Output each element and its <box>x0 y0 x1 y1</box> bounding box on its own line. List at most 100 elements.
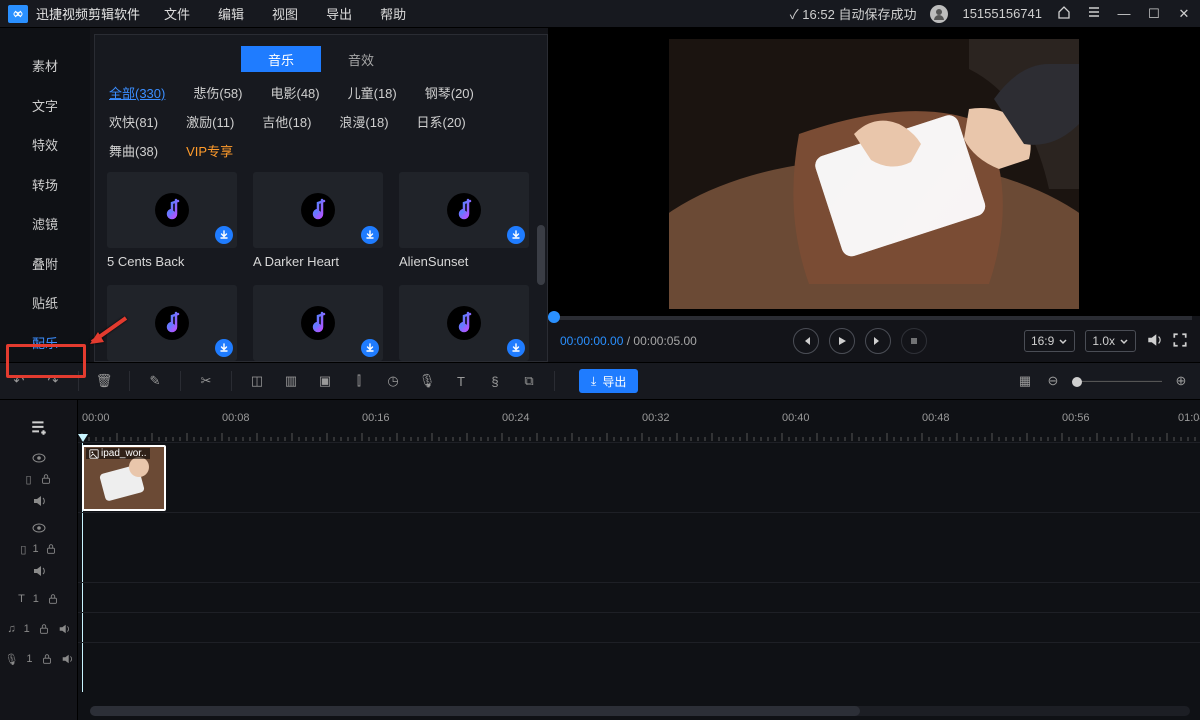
voice-track-header[interactable]: 🎙1 <box>0 644 77 674</box>
ruler-label: 01:04 <box>1178 412 1200 424</box>
text-track[interactable] <box>78 582 1200 612</box>
menu-burger[interactable] <box>1086 5 1102 22</box>
asset-name: A Darker Heart <box>253 254 383 269</box>
nav-filter[interactable]: 滤镜 <box>0 204 90 244</box>
category-儿童(18)[interactable]: 儿童(18) <box>348 83 397 102</box>
category-VIP专享[interactable]: VIP专享 <box>186 141 233 160</box>
ruler-label: 00:48 <box>922 412 950 424</box>
menu-file[interactable]: 文件 <box>164 4 190 23</box>
fullscreen-button[interactable] <box>1172 332 1188 351</box>
undo-button[interactable]: ↶ <box>10 372 28 390</box>
category-日系(20)[interactable]: 日系(20) <box>417 112 466 131</box>
delete-button[interactable]: 🗑 <box>95 372 113 390</box>
tool-e[interactable]: ⧉ <box>520 372 538 390</box>
minimize-button[interactable]: — <box>1116 6 1132 21</box>
category-欢快(81)[interactable]: 欢快(81) <box>109 112 158 131</box>
user-id[interactable]: 15155156741 <box>962 6 1042 21</box>
avatar[interactable] <box>930 5 948 23</box>
category-浪漫(18)[interactable]: 浪漫(18) <box>339 112 388 131</box>
asset-item[interactable] <box>107 285 237 361</box>
video-clip[interactable]: ipad_wor.. <box>82 445 166 511</box>
category-钢琴(20)[interactable]: 钢琴(20) <box>425 83 474 102</box>
category-全部(330)[interactable]: 全部(330) <box>109 83 165 102</box>
voice-track[interactable] <box>78 642 1200 672</box>
video-track[interactable]: ipad_wor.. <box>78 442 1200 512</box>
stop-button[interactable] <box>901 328 927 354</box>
menu-view[interactable]: 视图 <box>272 4 298 23</box>
play-button[interactable] <box>829 328 855 354</box>
tool-b[interactable]: ▣ <box>316 372 334 390</box>
prev-frame-button[interactable] <box>793 328 819 354</box>
nav-material[interactable]: 素材 <box>0 46 90 86</box>
panel-scrollbar[interactable] <box>537 225 545 285</box>
speed-select[interactable]: 1.0x <box>1085 330 1136 352</box>
aspect-ratio-select[interactable]: 16:9 <box>1024 330 1075 352</box>
nav-overlay[interactable]: 叠附 <box>0 244 90 284</box>
download-icon[interactable] <box>215 339 233 357</box>
nav-transition[interactable]: 转场 <box>0 165 90 205</box>
download-icon[interactable] <box>215 226 233 244</box>
timeline-body[interactable]: 00:0000:0800:1600:2400:3200:4000:4800:56… <box>78 400 1200 720</box>
maximize-button[interactable]: ☐ <box>1146 6 1162 22</box>
menu-export[interactable]: 导出 <box>326 4 352 23</box>
tab-sfx[interactable]: 音效 <box>321 46 401 72</box>
asset-item[interactable] <box>399 285 529 361</box>
asset-item[interactable]: AlienSunset <box>399 172 529 269</box>
preview-progress[interactable] <box>548 316 1192 320</box>
next-frame-button[interactable] <box>865 328 891 354</box>
download-icon[interactable] <box>361 339 379 357</box>
category-悲伤(58)[interactable]: 悲伤(58) <box>193 83 242 102</box>
overlay-track[interactable] <box>78 512 1200 582</box>
preview-viewport[interactable] <box>548 28 1200 316</box>
asset-item[interactable]: 5 Cents Back <box>107 172 237 269</box>
overlay-track-header[interactable]: ▯1 <box>0 514 77 584</box>
category-舞曲(38)[interactable]: 舞曲(38) <box>109 141 158 160</box>
ruler-label: 00:24 <box>502 412 530 424</box>
tool-text[interactable]: T <box>452 372 470 390</box>
download-icon[interactable] <box>361 226 379 244</box>
zoom-out-button[interactable]: ⊖ <box>1044 372 1062 390</box>
volume-button[interactable] <box>1146 332 1162 351</box>
nav-sticker[interactable]: 贴纸 <box>0 283 90 323</box>
asset-item[interactable] <box>253 285 383 361</box>
ruler-label: 00:16 <box>362 412 390 424</box>
category-激励(11)[interactable]: 激励(11) <box>186 112 234 131</box>
audio-track[interactable] <box>78 612 1200 642</box>
progress-knob[interactable] <box>548 311 560 323</box>
add-track-button[interactable] <box>0 412 77 444</box>
crop-button[interactable]: ◫ <box>248 372 266 390</box>
edit-button[interactable]: ✎ <box>146 372 164 390</box>
category-电影(48)[interactable]: 电影(48) <box>270 83 319 102</box>
autosave-status: ✓ 16:52 自动保存成功 <box>790 4 917 23</box>
ruler-label: 00:40 <box>782 412 810 424</box>
timeline-scrollbar[interactable] <box>90 706 1190 716</box>
cut-button[interactable]: ✂ <box>197 372 215 390</box>
asset-item[interactable]: A Darker Heart <box>253 172 383 269</box>
category-吉他(18)[interactable]: 吉他(18) <box>262 112 311 131</box>
snapshot-button[interactable]: ▦ <box>1016 372 1034 390</box>
export-button[interactable]: ⤓导出 <box>579 369 638 393</box>
download-icon[interactable] <box>507 226 525 244</box>
nav-fx[interactable]: 特效 <box>0 125 90 165</box>
video-track-header[interactable]: ▯ <box>0 444 77 514</box>
redo-button[interactable]: ↷ <box>44 372 62 390</box>
menu-edit[interactable]: 编辑 <box>218 4 244 23</box>
menu-help[interactable]: 帮助 <box>380 4 406 23</box>
download-icon[interactable] <box>507 339 525 357</box>
mic-button[interactable]: 🎙 <box>418 372 436 390</box>
close-button[interactable]: ✕ <box>1176 6 1192 22</box>
audio-track-header[interactable]: ♫1 <box>0 614 77 644</box>
zoom-slider[interactable] <box>1072 380 1162 382</box>
nav-music[interactable]: 配乐 <box>0 323 90 363</box>
tool-c[interactable]: ⫿ <box>350 372 368 390</box>
zoom-in-button[interactable]: ⊕ <box>1172 372 1190 390</box>
tool-a[interactable]: ▥ <box>282 372 300 390</box>
home-button[interactable] <box>1056 5 1072 22</box>
tab-music[interactable]: 音乐 <box>241 46 321 72</box>
text-track-header[interactable]: T1 <box>0 584 77 614</box>
time-ruler[interactable]: 00:0000:0800:1600:2400:3200:4000:4800:56… <box>78 412 1200 442</box>
tool-time[interactable]: ◷ <box>384 372 402 390</box>
tool-d[interactable]: § <box>486 372 504 390</box>
ruler-label: 00:56 <box>1062 412 1090 424</box>
nav-text[interactable]: 文字 <box>0 86 90 126</box>
